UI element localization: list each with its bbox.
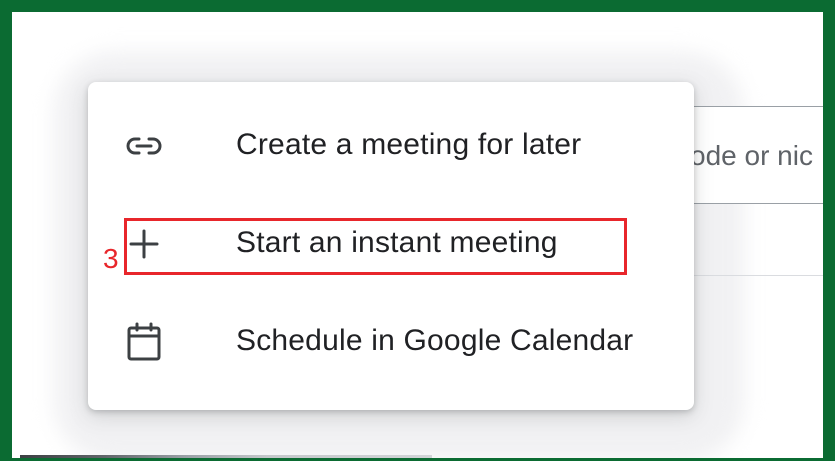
new-meeting-dropdown-menu: Create a meeting for later Start an inst… — [88, 82, 694, 410]
link-icon — [124, 126, 164, 166]
menu-item-label: Schedule in Google Calendar — [236, 324, 634, 357]
join-meeting-code-placeholder: ode or nic — [690, 140, 813, 171]
meet-home-canvas: ode or nic Create a meeting for later St… — [12, 12, 823, 458]
menu-item-label: Create a meeting for later — [236, 128, 582, 161]
menu-item-create-meeting-later[interactable]: Create a meeting for later — [88, 98, 694, 194]
green-frame-border: ode or nic Create a meeting for later St… — [0, 0, 835, 461]
calendar-icon — [124, 322, 164, 362]
plus-icon — [124, 224, 164, 264]
menu-item-schedule-google-calendar[interactable]: Schedule in Google Calendar — [88, 294, 694, 390]
menu-item-start-instant-meeting[interactable]: Start an instant meeting — [88, 196, 694, 292]
bottom-edge-strip — [20, 455, 432, 458]
step-number-annotation: 3 — [103, 243, 119, 274]
menu-item-label: Start an instant meeting — [236, 226, 558, 259]
